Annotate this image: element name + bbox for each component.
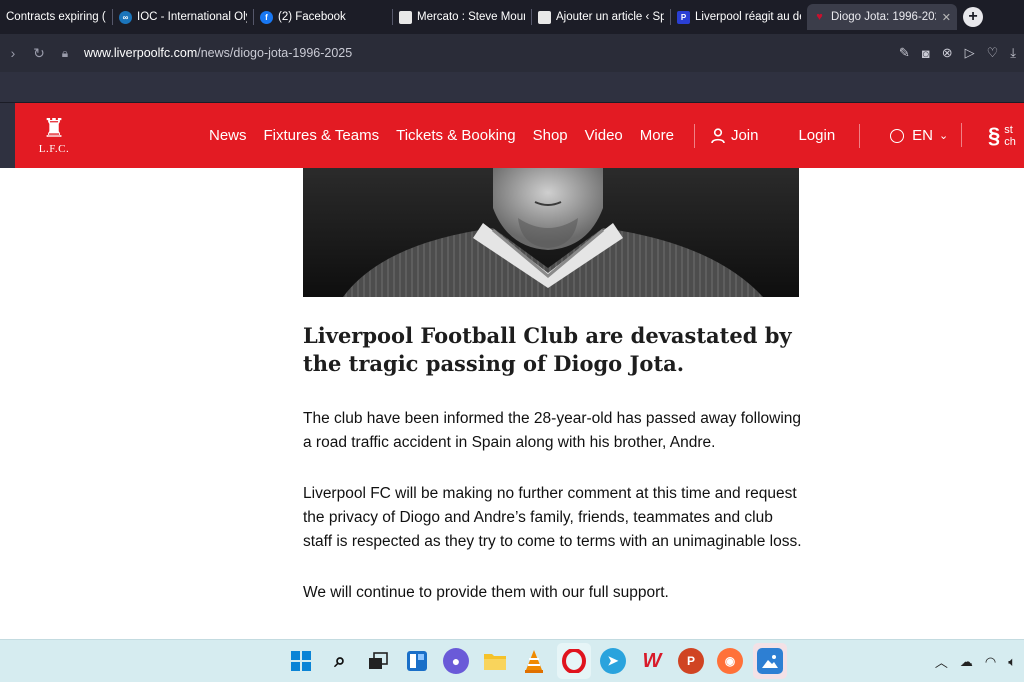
nav-news[interactable]: News bbox=[209, 127, 247, 144]
nav-tickets-booking[interactable]: Tickets & Booking bbox=[396, 127, 516, 144]
reload-icon[interactable]: ↻ bbox=[26, 45, 52, 62]
tab-title: (2) Facebook bbox=[278, 11, 346, 23]
heart-icon[interactable]: ♡ bbox=[987, 45, 999, 61]
file-explorer-icon[interactable] bbox=[482, 648, 508, 674]
article-lead: Liverpool Football Club are devastated b… bbox=[303, 323, 792, 376]
language-label: EN bbox=[912, 127, 934, 144]
vlc-icon[interactable] bbox=[521, 648, 547, 674]
search-icon[interactable]: ⌕ bbox=[327, 648, 353, 674]
address-bar: › ↻ 🔒︎ www.liverpoolfc.com/news/diogo-jo… bbox=[0, 34, 1024, 72]
task-view-icon[interactable] bbox=[365, 648, 391, 674]
browser-tab-strip: Contracts expiring (Deta ∞ IOC - Interna… bbox=[0, 0, 1024, 34]
browser-tab[interactable]: Mercato : Steve Mounié bbox=[393, 4, 531, 30]
tab-title: Liverpool réagit au décè bbox=[695, 11, 801, 23]
bookmark-icon: P bbox=[677, 10, 690, 24]
globe-icon bbox=[890, 128, 905, 143]
login-button[interactable]: Login bbox=[798, 127, 835, 144]
chat-icon[interactable]: ● bbox=[443, 648, 469, 674]
rings-icon: ∞ bbox=[119, 10, 132, 24]
system-tray: ︿ ☁ ◠ 🔈︎ bbox=[935, 640, 1016, 683]
logo-text: L.F.C. bbox=[38, 143, 70, 155]
lock-icon[interactable]: 🔒︎ bbox=[52, 46, 78, 61]
liverbird-icon: ♜ bbox=[42, 113, 66, 143]
article-body: Liverpool Football Club are devastated b… bbox=[303, 322, 803, 605]
tab-title: IOC - International Olym bbox=[137, 11, 247, 23]
url-path: /news/diogo-jota-1996-2025 bbox=[197, 46, 353, 60]
browser-toolbar-strip bbox=[0, 72, 1024, 103]
play-icon[interactable]: ▷ bbox=[965, 45, 975, 61]
browser-tab[interactable]: Contracts expiring (Deta bbox=[0, 4, 112, 30]
article-paragraph: We will continue to provide them with ou… bbox=[303, 584, 669, 601]
sponsor-logo[interactable]: § st ch bbox=[988, 123, 1016, 149]
hero-image bbox=[303, 168, 799, 297]
firefox-icon[interactable]: ◉ bbox=[717, 648, 743, 674]
tab-title: Contracts expiring (Deta bbox=[6, 11, 106, 23]
lfc-icon: ♥ bbox=[816, 11, 823, 23]
powerpoint-icon[interactable]: P bbox=[678, 648, 704, 674]
page-icon bbox=[538, 10, 551, 24]
edit-icon[interactable]: ✎ bbox=[899, 45, 910, 61]
volume-icon[interactable]: 🔈︎ bbox=[1008, 654, 1016, 670]
chevron-up-icon[interactable]: ︿ bbox=[935, 652, 948, 671]
opera-icon[interactable] bbox=[561, 648, 587, 674]
tab-title: Diogo Jota: 1996-2025 - L bbox=[831, 11, 936, 23]
forward-icon[interactable]: › bbox=[0, 45, 26, 61]
lfc-logo[interactable]: ♜ L.F.C. bbox=[37, 113, 71, 163]
browser-tab[interactable]: Ajouter un article ‹ Spor bbox=[532, 4, 670, 30]
join-label: Join bbox=[730, 127, 759, 144]
nav-divider bbox=[961, 123, 962, 147]
player-portrait bbox=[303, 168, 799, 297]
cloud-off-icon[interactable]: ☁ bbox=[960, 654, 973, 670]
new-tab-button[interactable]: + bbox=[963, 7, 983, 27]
page-icon bbox=[399, 10, 412, 24]
nav-divider bbox=[693, 123, 695, 148]
facebook-icon: f bbox=[260, 10, 273, 24]
shield-icon[interactable]: ⊗ bbox=[942, 45, 953, 61]
sponsor-text: st ch bbox=[1004, 124, 1016, 148]
wps-icon[interactable]: W bbox=[639, 648, 665, 674]
article-paragraph: Liverpool FC will be making no further c… bbox=[303, 485, 802, 550]
nav-video[interactable]: Video bbox=[585, 127, 623, 144]
wifi-icon[interactable]: ◠ bbox=[985, 654, 996, 670]
close-icon[interactable]: ✕ bbox=[942, 11, 951, 24]
nav-shop[interactable]: Shop bbox=[533, 127, 568, 144]
browser-tab[interactable]: P Liverpool réagit au décè bbox=[671, 4, 807, 30]
standard-chartered-icon: § bbox=[988, 123, 1001, 148]
main-nav: News Fixtures & Teams Tickets & Booking … bbox=[209, 103, 948, 168]
tab-title: Mercato : Steve Mounié bbox=[417, 11, 525, 23]
language-selector[interactable]: EN ⌄ bbox=[890, 127, 948, 144]
browser-tab[interactable]: f (2) Facebook bbox=[254, 4, 392, 30]
article-paragraph: The club have been informed the 28-year-… bbox=[303, 410, 802, 451]
site-header: ♜ L.F.C. News Fixtures & Teams Tickets &… bbox=[0, 103, 1024, 168]
browser-tab[interactable]: ∞ IOC - International Olym bbox=[113, 4, 253, 30]
chevron-down-icon: ⌄ bbox=[939, 130, 949, 142]
windows-start-icon[interactable] bbox=[288, 648, 314, 674]
address-bar-actions: ✎ ◙ ⊗ ▷ ♡ ⤓ bbox=[899, 34, 1016, 72]
windows-taskbar: ⌕ ● ➤ W P ◉ ︿ ☁ ◠ 🔈︎ bbox=[0, 639, 1024, 682]
camera-icon[interactable]: ◙ bbox=[922, 46, 930, 61]
telegram-icon[interactable]: ➤ bbox=[600, 648, 626, 674]
person-icon bbox=[711, 127, 725, 143]
join-button[interactable]: Join bbox=[711, 127, 759, 144]
download-icon[interactable]: ⤓ bbox=[1010, 45, 1016, 61]
widgets-icon[interactable] bbox=[404, 648, 430, 674]
photos-icon[interactable] bbox=[757, 648, 783, 674]
url-domain: www.liverpoolfc.com bbox=[84, 46, 198, 60]
nav-fixtures-teams[interactable]: Fixtures & Teams bbox=[264, 127, 380, 144]
browser-tab-active[interactable]: ♥ Diogo Jota: 1996-2025 - L ✕ bbox=[807, 4, 957, 30]
nav-divider bbox=[859, 123, 861, 148]
nav-more[interactable]: More bbox=[640, 127, 674, 144]
url-field[interactable]: www.liverpoolfc.com/news/diogo-jota-1996… bbox=[84, 46, 352, 60]
tab-title: Ajouter un article ‹ Spor bbox=[556, 11, 664, 23]
